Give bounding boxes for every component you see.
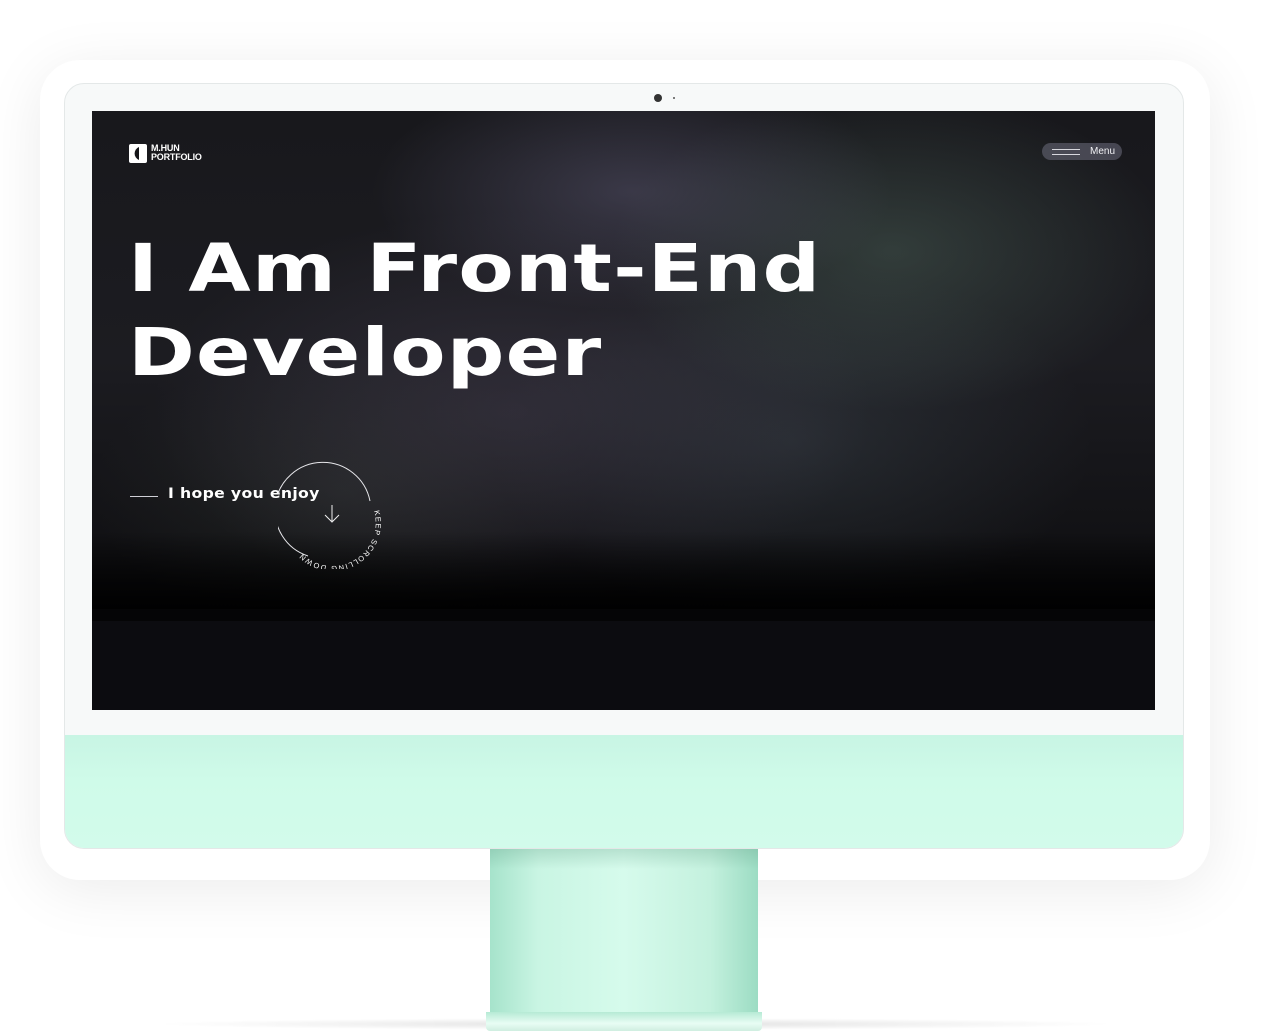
hero-fade (92, 531, 1155, 609)
tagline-rule (130, 496, 158, 497)
imac-chin (65, 735, 1183, 848)
mockup-stage: M.HUN PORTFOLIO Menu I Am Front-End Deve… (0, 0, 1270, 1031)
next-section (92, 621, 1155, 710)
section-divider (92, 609, 1155, 621)
screen: M.HUN PORTFOLIO Menu I Am Front-End Deve… (92, 111, 1155, 710)
headline-line-1: I Am Front-End (128, 230, 822, 307)
scroll-down-badge[interactable]: KEEP SCROLLING DOWN (274, 461, 386, 573)
monitor-stand-foot (486, 1012, 762, 1031)
menu-button[interactable]: Menu (1042, 143, 1122, 160)
menu-label: Menu (1090, 146, 1116, 157)
hero-headline: I Am Front-End Developer (128, 227, 821, 395)
headline-line-2: Developer (128, 314, 603, 391)
scroll-text: KEEP SCROLLING DOWN (297, 509, 383, 569)
logo-text: M.HUN PORTFOLIO (151, 144, 202, 162)
site-logo[interactable]: M.HUN PORTFOLIO (129, 143, 202, 163)
stand-shade (490, 849, 758, 869)
logo-mark-icon (129, 143, 147, 163)
monitor-stand (490, 849, 758, 1024)
sensor-dot (673, 97, 675, 99)
hamburger-icon (1052, 148, 1080, 155)
logo-line-2: PORTFOLIO (151, 152, 202, 162)
camera-icon (654, 94, 662, 102)
arrow-down-icon (324, 505, 340, 523)
